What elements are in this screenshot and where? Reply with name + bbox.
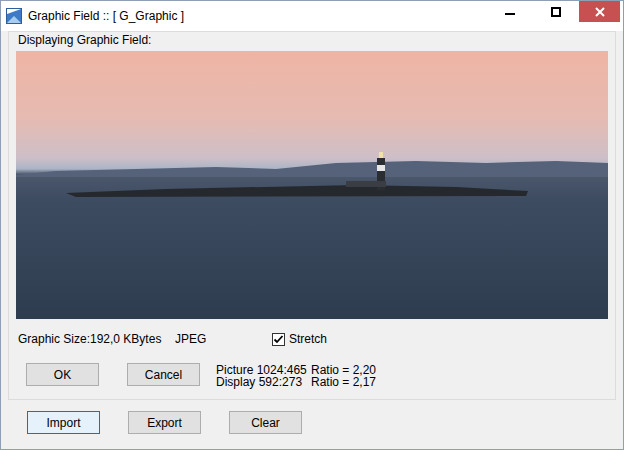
cancel-button[interactable]: Cancel [127,363,200,386]
stretch-label: Stretch [289,330,327,348]
check-icon [273,334,284,345]
dimension-row: Display 592:273Ratio = 2,17 [216,376,376,388]
graphic-group: Displaying Graphic Field: Graphic Size: … [8,31,616,400]
size-value: 192,0 KBytes [90,330,175,348]
button-label: Export [147,414,182,432]
group-label: Displaying Graphic Field: [18,33,608,47]
import-button[interactable]: Import [27,411,100,434]
title-bar: Graphic Field :: [ G_Graphic ] [1,1,623,31]
ratio-value: Ratio = 2,17 [311,376,376,388]
size-label: Graphic Size: [18,330,90,348]
ok-button[interactable]: OK [26,363,99,386]
button-label: Import [46,414,80,432]
window: Graphic Field :: [ G_Graphic ] Displayin… [0,0,624,450]
window-title: Graphic Field :: [ G_Graphic ] [28,7,184,25]
button-label: Cancel [145,366,182,384]
minimize-button[interactable] [487,1,533,22]
button-label: Clear [251,414,280,432]
dimension-label: Picture 1024:465 [216,364,311,376]
graphic-preview [16,51,608,319]
minimize-icon [505,7,515,17]
dimension-label: Display 592:273 [216,376,311,388]
clear-button[interactable]: Clear [229,411,302,434]
format-value: JPEG [175,330,272,348]
dimensions-info: Picture 1024:465Ratio = 2,20Display 592:… [216,364,376,388]
close-icon [595,7,605,17]
photo-scene [16,51,608,319]
stretch-check-box[interactable] [272,333,285,346]
button-label: OK [54,366,71,384]
maximize-icon [551,7,561,17]
stretch-checkbox[interactable]: Stretch [272,330,327,348]
close-button[interactable] [579,1,620,22]
export-button[interactable]: Export [128,411,201,434]
ratio-value: Ratio = 2,20 [311,364,376,376]
dimension-row: Picture 1024:465Ratio = 2,20 [216,364,376,376]
app-icon [6,8,22,24]
maximize-button[interactable] [533,1,579,22]
